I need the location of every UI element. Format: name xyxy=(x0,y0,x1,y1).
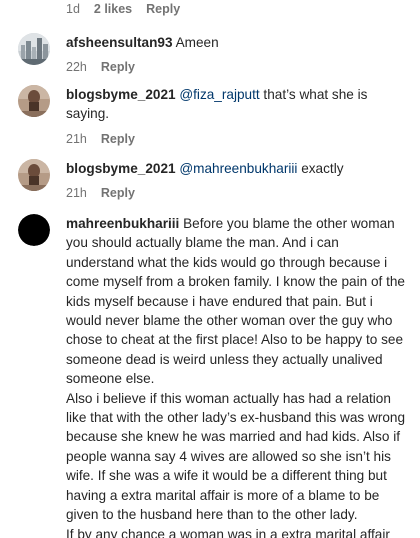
black-circle-avatar-icon[interactable] xyxy=(18,214,50,246)
comment-time: 1d xyxy=(66,2,80,16)
comment-text: mahreenbukhariii Before you blame the ot… xyxy=(66,214,408,538)
comment-time: 21h xyxy=(66,186,87,201)
comment-text: afsheensultan93 Ameen xyxy=(66,33,408,52)
comment-username[interactable]: afsheensultan93 xyxy=(66,35,173,50)
profile-photo-avatar-icon[interactable] xyxy=(18,159,50,191)
profile-photo-avatar-icon[interactable] xyxy=(18,85,50,117)
comment-item: blogsbyme_2021 @fiza_rajputt that’s what… xyxy=(18,85,408,146)
comment-time: 22h xyxy=(66,60,87,75)
comment-body: Before you blame the other woman you sho… xyxy=(66,216,406,538)
reply-button[interactable]: Reply xyxy=(146,2,180,16)
comment-item: mahreenbukhariii Before you blame the ot… xyxy=(18,214,408,538)
reply-button[interactable]: Reply xyxy=(101,132,135,146)
comments-thread: 1d 2 likes Reply afsheensultan93 Ameen 2… xyxy=(0,0,420,538)
comment-text: blogsbyme_2021 @mahreenbukhariii exactly xyxy=(66,159,408,178)
comment-username[interactable]: blogsbyme_2021 xyxy=(66,161,176,176)
comment-item: afsheensultan93 Ameen 22h Reply xyxy=(18,33,408,74)
skyline-photo-avatar-icon[interactable] xyxy=(18,33,50,65)
comment-username[interactable]: mahreenbukhariii xyxy=(66,216,179,231)
reply-button[interactable]: Reply xyxy=(101,60,135,74)
comment-text: blogsbyme_2021 @fiza_rajputt that’s what… xyxy=(66,85,408,124)
comment-likes-count[interactable]: 2 likes xyxy=(94,2,132,16)
comment-meta: 21h Reply xyxy=(66,132,408,146)
mention-link[interactable]: @mahreenbukhariii xyxy=(179,161,297,176)
mention-link[interactable]: @fiza_rajputt xyxy=(179,87,259,102)
comment-item: blogsbyme_2021 @mahreenbukhariii exactly… xyxy=(18,159,408,200)
comment-body: exactly xyxy=(301,161,344,176)
reply-button[interactable]: Reply xyxy=(101,186,135,200)
comment-body: Ameen xyxy=(175,35,219,50)
previous-comment-meta: 1d 2 likes Reply xyxy=(66,2,180,16)
comment-username[interactable]: blogsbyme_2021 xyxy=(66,87,176,102)
comment-meta: 22h Reply xyxy=(66,60,408,74)
comment-time: 21h xyxy=(66,131,87,146)
comment-meta: 21h Reply xyxy=(66,186,408,200)
